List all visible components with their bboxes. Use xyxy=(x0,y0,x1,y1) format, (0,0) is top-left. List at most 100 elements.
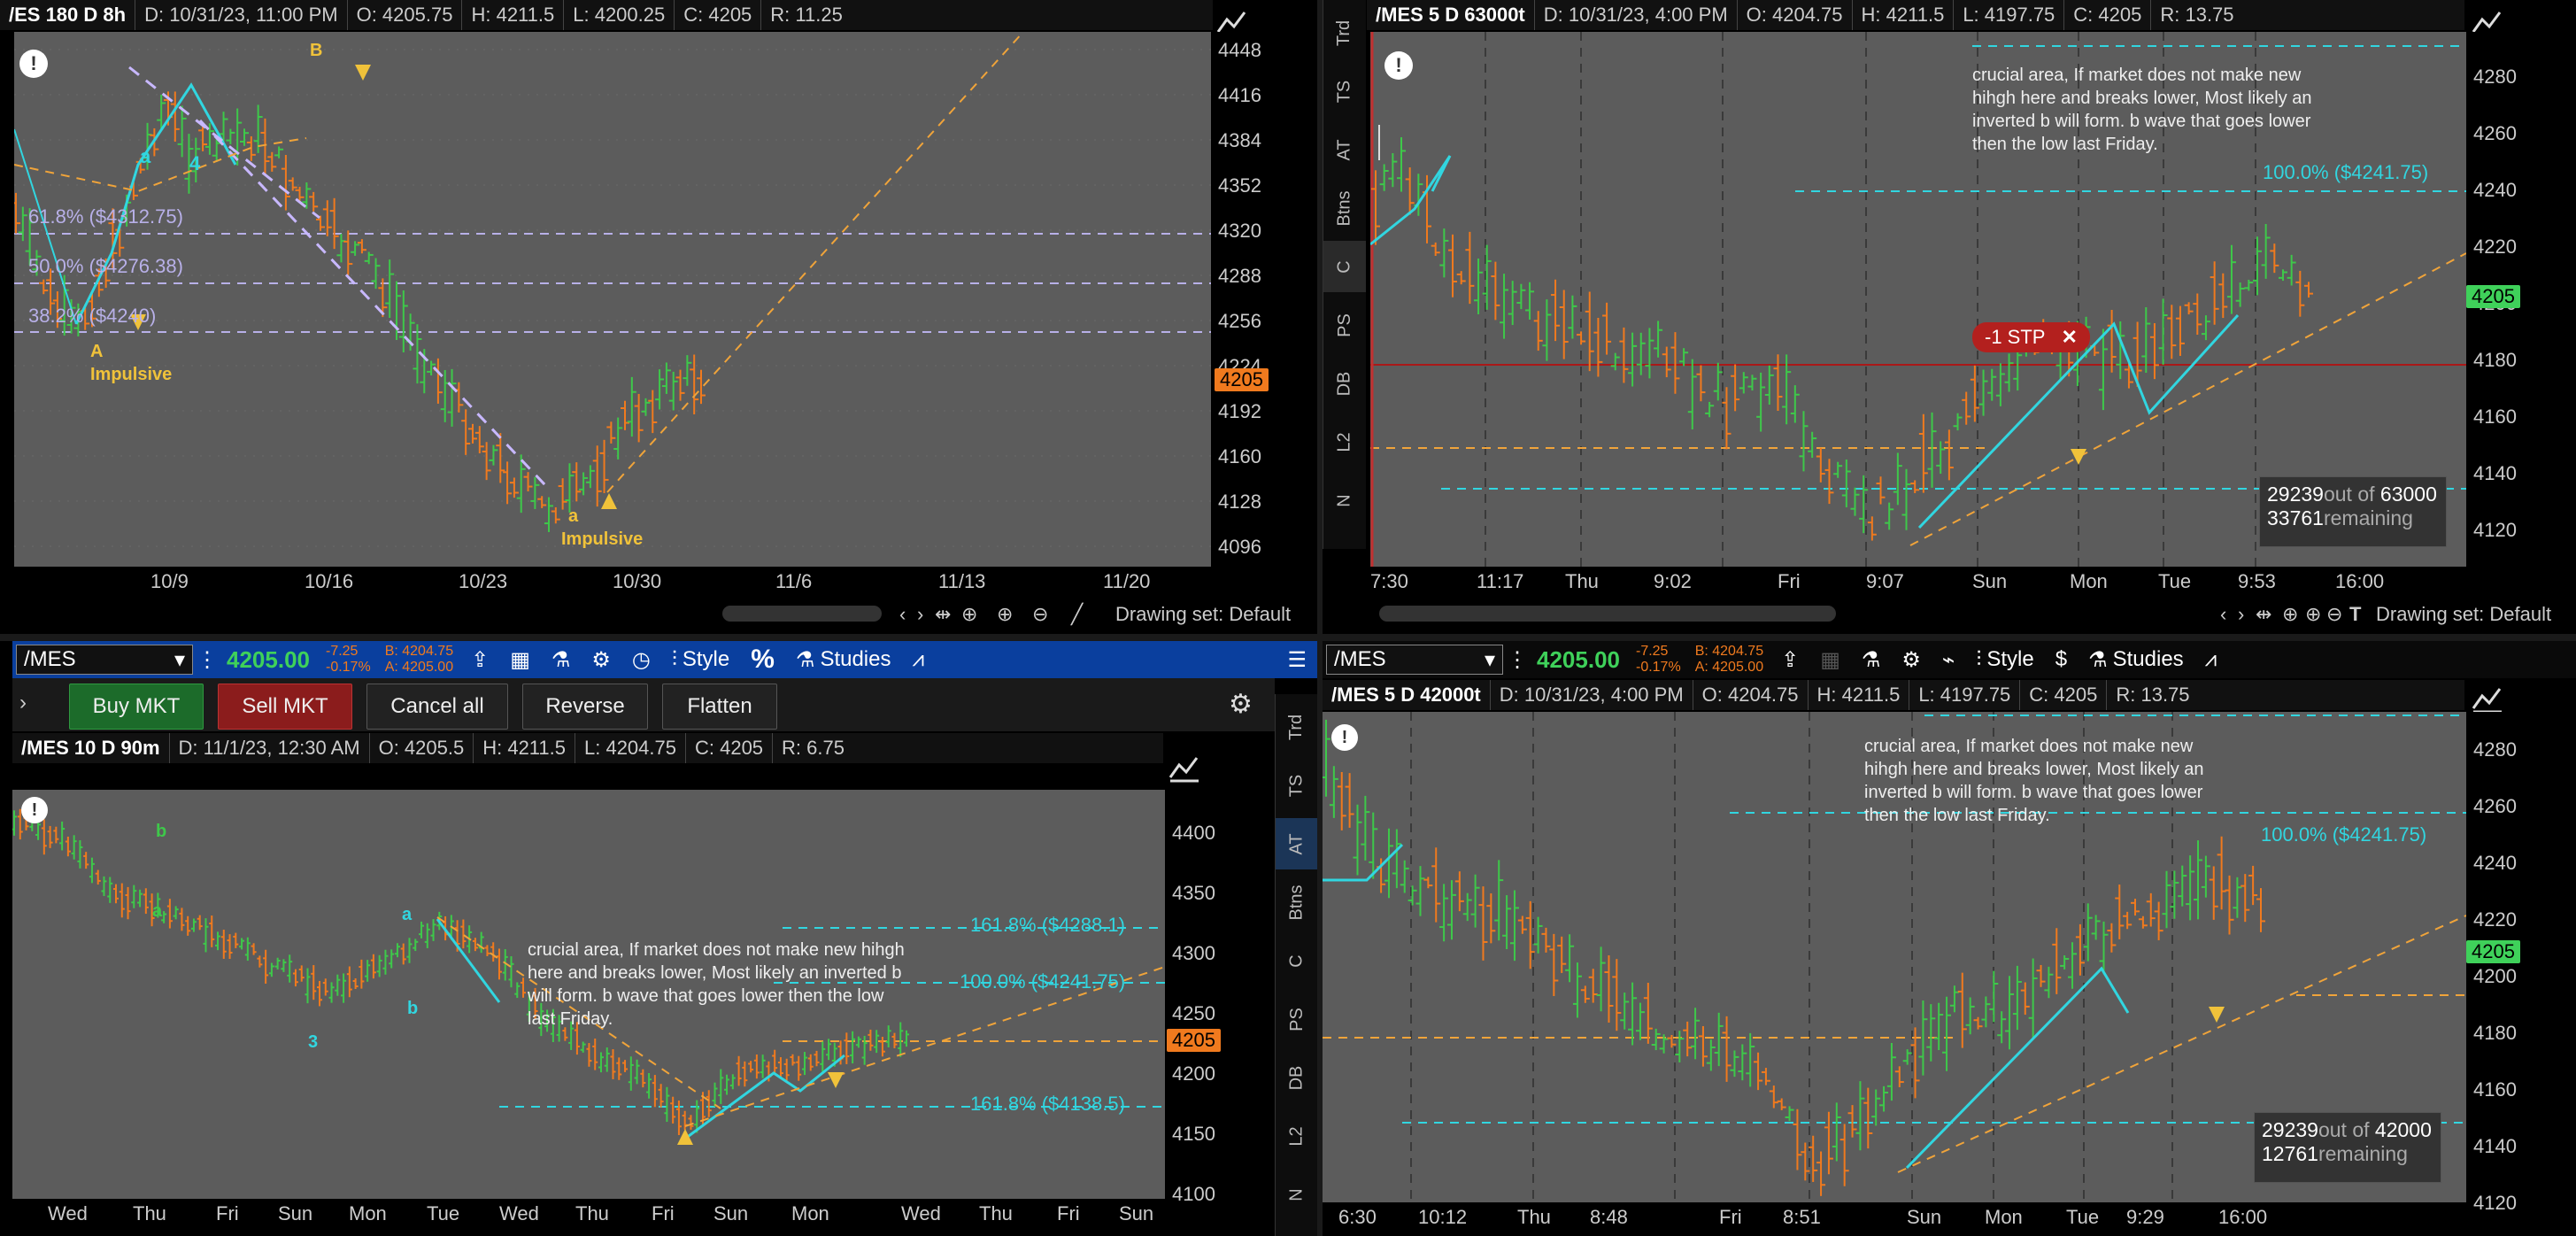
right-sidebar: Trd TS AT Btns C PS DB L2 N xyxy=(1323,0,1366,549)
time-axis[interactable]: 10/9 10/16 10/23 10/30 11/6 11/13 11/20 xyxy=(14,567,1211,597)
expand-arrow-icon[interactable]: › xyxy=(19,691,27,715)
sidebar-tab[interactable]: N xyxy=(1276,1169,1317,1220)
chart-type-icon[interactable]: ⩘ xyxy=(2194,641,2228,678)
price-chart[interactable]: ! 61.8% ($4312.75) 50.0% ($4276.38) 38.2… xyxy=(14,32,1211,567)
sidebar-tab[interactable]: Trd xyxy=(1276,701,1317,753)
sidebar-tab[interactable]: L2 xyxy=(1323,416,1366,467)
studies-menu[interactable]: ⚗ Studies xyxy=(785,641,902,678)
price-chart[interactable]: ! crucial area, If market does not make … xyxy=(1370,32,2466,567)
chart-symbol[interactable]: /MES 5 D 63000t xyxy=(1367,4,1534,27)
calendar-icon[interactable]: ▦ xyxy=(499,641,541,678)
chart-panel-bottom-right: /MES ▾ ⋮ 4205.00 -7.25 -0.17% B: 4204.75 A… xyxy=(1323,641,2576,1236)
link-icon[interactable]: ⋮ xyxy=(1507,647,1528,673)
sidebar-tab[interactable]: TS xyxy=(1323,66,1366,117)
zoom-in-icon[interactable]: ⊕ xyxy=(997,603,1013,626)
sidebar-tab[interactable]: PS xyxy=(1323,299,1366,351)
zoom-in-icon[interactable]: ⊕ xyxy=(2305,603,2321,626)
annotation-note[interactable]: crucial area, If market does not make ne… xyxy=(1972,64,2344,156)
share-icon[interactable]: ⇪ xyxy=(1770,641,1809,678)
alert-icon[interactable]: ! xyxy=(21,797,48,823)
scroll-left-icon[interactable]: ‹ xyxy=(2220,603,2226,626)
menu-icon[interactable]: ☰ xyxy=(1276,641,1317,678)
buy-mkt-button[interactable]: Buy MKT xyxy=(69,684,204,730)
sidebar-tab[interactable]: AT xyxy=(1323,124,1366,175)
alert-icon[interactable]: ! xyxy=(1384,51,1413,80)
scroll-right-icon[interactable]: › xyxy=(917,603,923,626)
scroll-track[interactable] xyxy=(1379,606,1836,622)
sidebar-tab[interactable]: TS xyxy=(1276,760,1317,811)
sell-mkt-button[interactable]: Sell MKT xyxy=(218,684,352,730)
sidebar-tab[interactable]: C xyxy=(1276,935,1317,986)
studies-menu[interactable]: ⚗ Studies xyxy=(2078,641,2194,678)
annotation-note[interactable]: crucial area, If market does not make ne… xyxy=(528,939,908,1031)
zoom-out-icon[interactable]: ⊖ xyxy=(1032,603,1048,626)
sidebar-tab[interactable]: L2 xyxy=(1276,1110,1317,1162)
style-menu[interactable]: ⫶ Style xyxy=(1965,641,2044,678)
bar-high: H: 4211.5 xyxy=(473,733,575,763)
symbol-selector[interactable]: /MES ▾ xyxy=(1326,645,1503,675)
chart-scroll-bar[interactable]: ‹ › ⇹ ⊕ ⊕ ⊖ ╱ Drawing set: Default xyxy=(14,599,1317,630)
gear-icon[interactable]: ⚙ xyxy=(581,641,621,678)
symbol-selector[interactable]: /MES ▾ xyxy=(16,645,193,675)
chart-type-icon[interactable]: ⩘ xyxy=(902,641,936,678)
price-axis[interactable]: 428042604240422042004180416041404120 420… xyxy=(2466,712,2576,1214)
time-axis[interactable]: 6:30 10:12 Thu 8:48 Fri 8:51 Sun Mon Tue 9:29 16:0… xyxy=(1323,1202,2466,1236)
scroll-right-icon[interactable]: › xyxy=(2238,603,2244,626)
stop-order-badge[interactable]: -1 STP ✕ xyxy=(1972,322,2090,352)
dollar-icon[interactable]: $ xyxy=(2045,641,2078,678)
sidebar-tab[interactable]: AT xyxy=(1276,818,1317,869)
price-chart[interactable]: ! crucial area, If market does not make … xyxy=(1323,712,2466,1202)
text-tool-icon[interactable]: T xyxy=(2349,603,2361,626)
price-chart[interactable]: ! crucial area, If market does not make … xyxy=(12,790,1165,1199)
alert-icon[interactable]: ! xyxy=(1331,724,1358,751)
crosshair-icon[interactable]: ⊕ xyxy=(961,603,977,626)
zoom-out-icon[interactable]: ⊖ xyxy=(2326,603,2342,626)
annotation-note[interactable]: crucial area, If market does not make ne… xyxy=(1864,735,2236,827)
gear-icon[interactable]: ⚙ xyxy=(1229,689,1253,720)
sidebar-tab[interactable]: Btns xyxy=(1323,182,1366,234)
price-axis[interactable]: 4400 4350 4300 4250 4200 4150 4100 4205 xyxy=(1165,790,1275,1205)
scroll-track[interactable] xyxy=(722,606,882,622)
scroll-left-icon[interactable]: ‹ xyxy=(899,603,906,626)
drawing-set[interactable]: Drawing set: Default xyxy=(1115,603,1291,626)
style-menu[interactable]: ⫶ Style xyxy=(661,641,740,678)
link-icon[interactable]: ⋮ xyxy=(197,647,218,673)
time-axis[interactable]: Wed Thu Fri Sun Mon Tue Wed Thu Fri Sun Mon Wed Thu F… xyxy=(12,1199,1165,1234)
drawing-tool-icon[interactable] xyxy=(2470,685,2505,715)
chart-scroll-bar[interactable]: ‹ › ⇹ ⊕ ⊕ ⊖ T Drawing set: Default xyxy=(1370,599,2576,630)
sidebar-tab[interactable]: DB xyxy=(1276,1052,1317,1103)
pulse-icon[interactable]: ⌁ xyxy=(1932,641,1965,678)
sidebar-tab[interactable]: N xyxy=(1323,475,1366,526)
sidebar-tab[interactable]: DB xyxy=(1323,358,1366,409)
clock-icon[interactable]: ◷ xyxy=(621,641,661,678)
chart-symbol[interactable]: /ES 180 D 8h xyxy=(0,4,135,27)
close-icon[interactable]: ✕ xyxy=(2061,326,2077,349)
cancel-all-button[interactable]: Cancel all xyxy=(366,684,508,730)
price-axis[interactable]: 428042604240422042004180416041404120 420… xyxy=(2466,32,2576,567)
reverse-button[interactable]: Reverse xyxy=(522,684,648,730)
expand-icon[interactable]: ⇹ xyxy=(935,603,951,626)
time-tick-label: 9:29 xyxy=(2126,1206,2164,1228)
percent-button[interactable]: % xyxy=(740,641,785,678)
gear-icon[interactable]: ⚙ xyxy=(1891,641,1932,678)
sidebar-tab[interactable]: Trd xyxy=(1323,7,1366,58)
sidebar-tab[interactable]: Btns xyxy=(1276,877,1317,928)
flask-icon[interactable]: ⚗ xyxy=(1851,641,1892,678)
crosshair-icon[interactable]: ⊕ xyxy=(2282,603,2298,626)
chart-symbol[interactable]: /MES 10 D 90m xyxy=(12,737,169,760)
alert-icon[interactable]: ! xyxy=(19,50,48,78)
price-axis[interactable]: 4448 4416 4384 4352 4320 4288 4256 4224 4192 4160… xyxy=(1211,32,1317,567)
panel-divider[interactable] xyxy=(0,634,2576,641)
drawing-tool-icon[interactable] xyxy=(1167,754,1202,784)
expand-icon[interactable]: ⇹ xyxy=(2256,603,2271,626)
chart-symbol[interactable]: /MES 5 D 42000t xyxy=(1323,684,1490,707)
time-axis[interactable]: 7:30 11:17 Thu 9:02 Fri 9:07 Sun Mon Tue 9:53 16:0… xyxy=(1370,567,2466,597)
wave-label: a xyxy=(140,145,151,167)
sidebar-tab[interactable]: C xyxy=(1323,241,1366,292)
sidebar-tab[interactable]: PS xyxy=(1276,993,1317,1045)
flatten-button[interactable]: Flatten xyxy=(662,684,777,730)
share-icon[interactable]: ⇪ xyxy=(460,641,499,678)
draw-line-icon[interactable]: ╱ xyxy=(1071,603,1083,626)
drawing-set[interactable]: Drawing set: Default xyxy=(2376,603,2551,626)
flask-icon[interactable]: ⚗ xyxy=(541,641,582,678)
